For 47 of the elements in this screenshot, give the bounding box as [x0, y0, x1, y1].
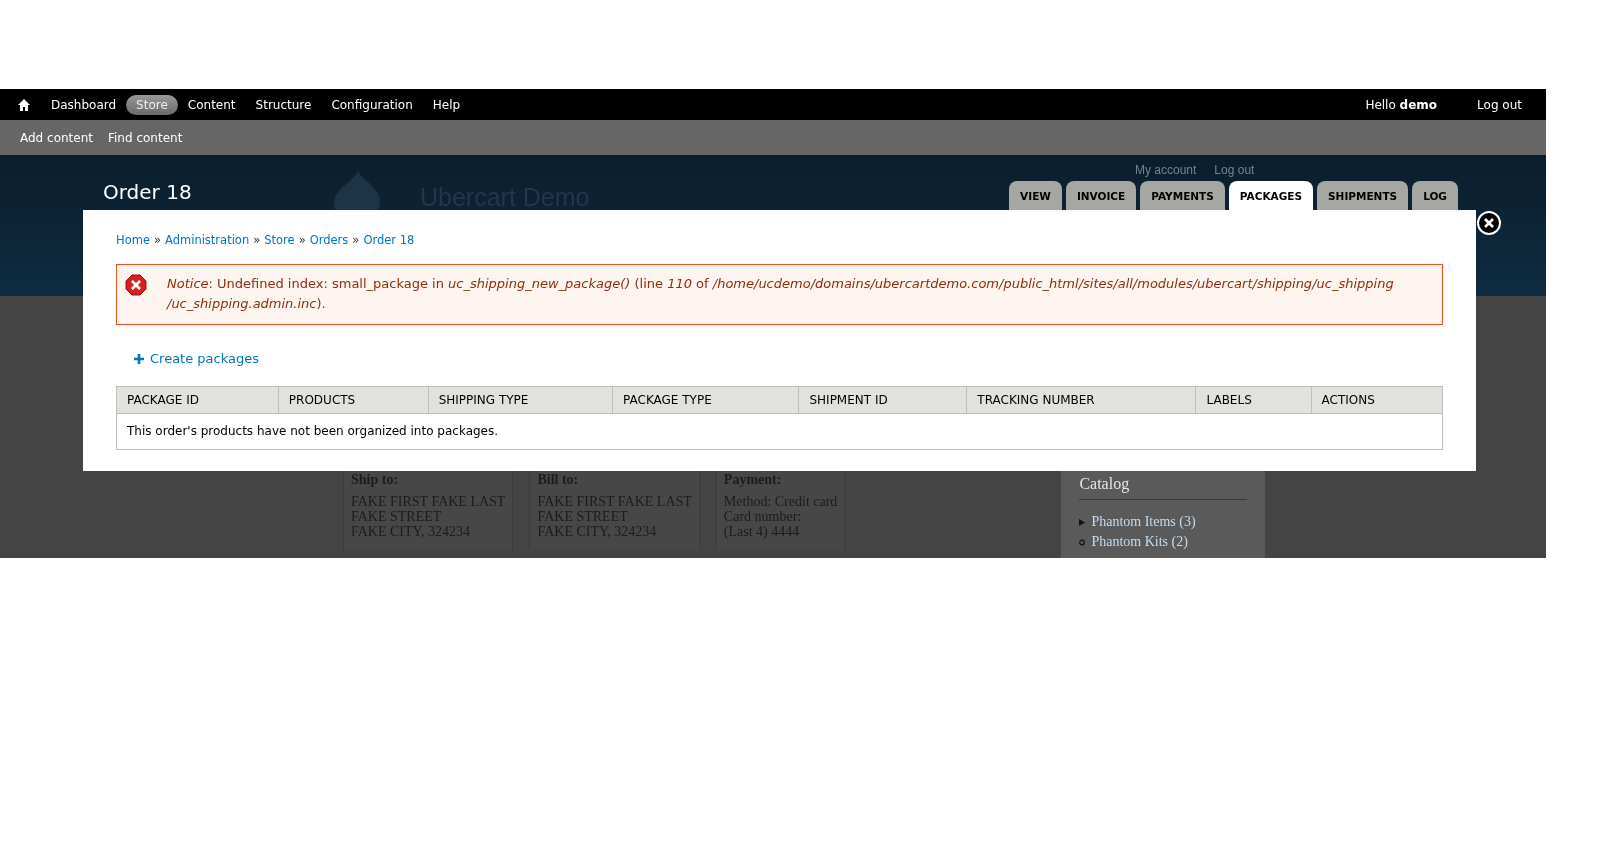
home-icon[interactable]: [17, 97, 31, 112]
tab[interactable]: PAYMENTS: [1140, 181, 1225, 210]
error-text: Notice: Undefined index: small_package in uc_shipping_new_package() (line 110 of /home/ucdemo/domains/ubercartdemo.com/public_html/sites/all/modules/ubercart/shipping/uc_shipping/uc_shipping.admin.inc).: [167, 276, 1394, 311]
column-header: SHIPMENT ID: [798, 386, 967, 413]
page-title: Order 18: [103, 180, 192, 204]
column-header: TRACKING NUMBER: [966, 386, 1196, 413]
column-header: PRODUCTS: [278, 386, 429, 413]
greeting: Hello demo: [1364, 96, 1439, 114]
plus-icon: [134, 353, 144, 364]
toolbar-menu-item[interactable]: Content: [177, 94, 246, 115]
logout-link[interactable]: Log out: [1467, 94, 1532, 115]
user-link[interactable]: Log out: [1214, 163, 1255, 177]
create-packages-link[interactable]: Create packages: [134, 351, 259, 366]
breadcrumb-separator: »: [153, 233, 161, 247]
toolbar-menu-item[interactable]: Configuration: [321, 94, 423, 115]
error-icon: [125, 274, 147, 296]
breadcrumb-separator: »: [298, 233, 306, 247]
shortcut-link[interactable]: Find content: [108, 130, 183, 145]
column-header: PACKAGE ID: [116, 386, 279, 413]
breadcrumb-link[interactable]: Orders: [309, 233, 349, 247]
circle-icon: [1079, 538, 1086, 546]
breadcrumb-link[interactable]: Home: [116, 233, 150, 247]
user-link[interactable]: My account: [1135, 163, 1197, 177]
column-header: LABELS: [1195, 386, 1311, 413]
tab[interactable]: LOG: [1412, 181, 1458, 210]
breadcrumb-link[interactable]: Administration: [165, 233, 250, 247]
column-header: ACTIONS: [1311, 386, 1443, 413]
column-header: PACKAGE TYPE: [612, 386, 799, 413]
shortcut-link[interactable]: Add content: [20, 130, 93, 145]
toolbar-menu-item[interactable]: Store: [126, 94, 178, 115]
breadcrumb-link[interactable]: Order 18: [363, 233, 415, 247]
tab[interactable]: VIEW: [1009, 181, 1062, 210]
breadcrumb-separator: »: [352, 233, 360, 247]
breadcrumb-separator: »: [253, 233, 261, 247]
catalog-link[interactable]: Phantom Items (3): [1091, 512, 1196, 532]
toolbar-menu-item[interactable]: Help: [422, 94, 471, 115]
toolbar-menu-item[interactable]: Dashboard: [41, 94, 127, 115]
tab[interactable]: SHIPMENTS: [1317, 181, 1409, 210]
empty-table-message: This order's products have not been organized into packages.: [127, 424, 499, 438]
tab[interactable]: PACKAGES: [1228, 181, 1314, 210]
block-title: Catalog: [1079, 475, 1248, 500]
column-header: SHIPPING TYPE: [428, 386, 613, 413]
triangle-icon: [1079, 518, 1086, 526]
breadcrumb-link[interactable]: Store: [264, 233, 295, 247]
catalog-link[interactable]: Phantom Kits (2): [1091, 532, 1188, 552]
tab[interactable]: INVOICE: [1065, 181, 1137, 210]
toolbar-menu-item[interactable]: Structure: [245, 94, 322, 115]
